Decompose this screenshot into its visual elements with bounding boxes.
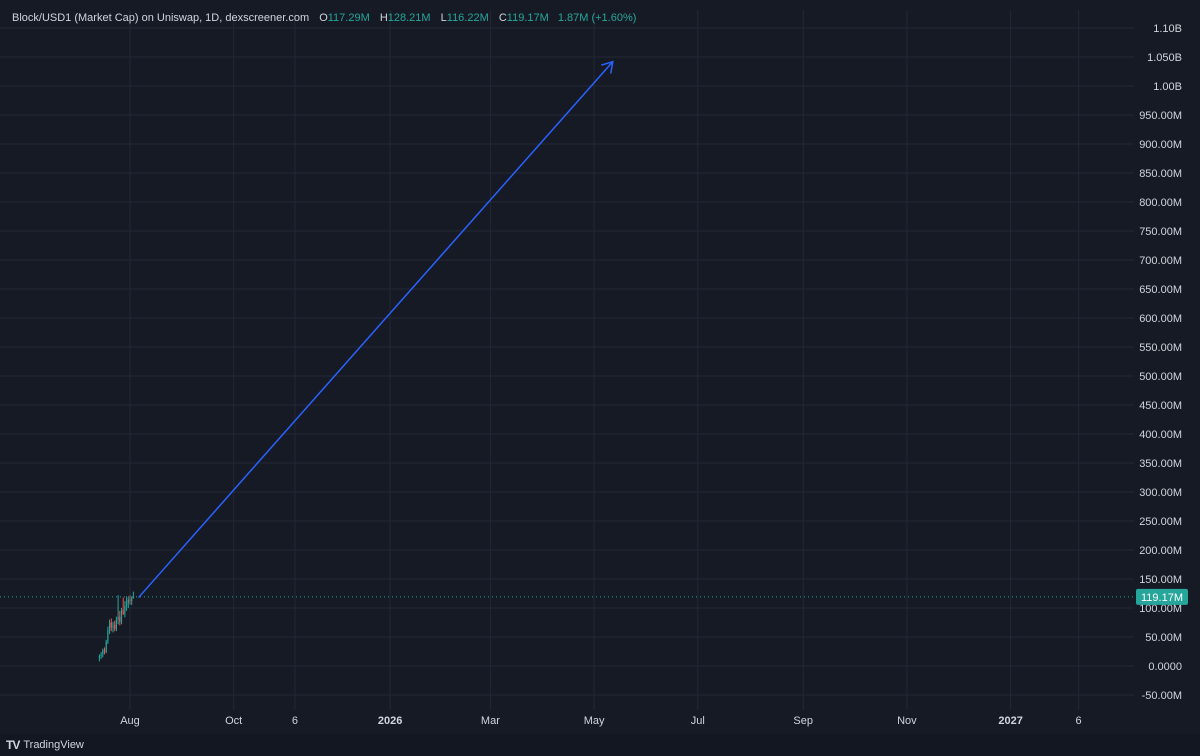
grid-layer [0,10,1134,710]
candle-body [115,619,117,629]
y-tick-label: 700.00M [1139,255,1182,267]
candle-body [124,605,126,614]
candle-body [131,598,133,602]
legend-open-value: 117.29M [327,12,370,24]
y-tick-label: 150.00M [1139,574,1182,586]
legend-high-value: 128.21M [387,12,431,24]
x-axis[interactable]: Aug Oct 6 2026 Mar May Jul Sep Nov 2027 6 [120,715,1081,727]
candle-body [107,630,109,642]
y-tick-label: 50.00M [1145,632,1182,644]
y-tick-label: 200.00M [1139,545,1182,557]
annotation-layer [137,60,614,599]
y-tick-label: 350.00M [1139,458,1182,470]
y-tick-label: 500.00M [1139,371,1182,383]
candle-body [98,656,100,658]
y-tick-label: 0.0000 [1148,661,1182,673]
y-tick-label: 250.00M [1139,516,1182,528]
candle-body [129,599,131,602]
tradingview-logo[interactable]: TV TradingView [6,738,84,752]
x-tick-label: May [584,715,605,727]
candle-body [112,624,114,628]
y-tick-label: -50.00M [1142,690,1182,702]
chart-root[interactable]: 1.10B 1.050B 1.00B 950.00M 900.00M 850.00M 800… [0,0,1200,756]
y-tick-label: 550.00M [1139,342,1182,354]
candle-body [110,622,112,628]
candle-body [126,603,128,606]
y-tick-label: 900.00M [1139,139,1182,151]
tradingview-brand: TradingView [23,739,84,751]
forecast-arrow-line [137,61,614,599]
y-tick-label: 1.10B [1153,23,1182,35]
x-tick-label: 6 [1076,715,1082,727]
candle-body [117,616,119,620]
tradingview-logo-icon: TV [6,738,20,752]
y-tick-label: 450.00M [1139,400,1182,412]
x-tick-label: 2026 [378,715,402,727]
footer-bar [0,734,1200,756]
y-tick-label: 300.00M [1139,487,1182,499]
legend-change: 1.87M (+1.60%) [557,12,637,24]
legend-open-key: O [319,12,328,24]
legend-low-value: 116.22M [446,12,489,24]
chart-canvas[interactable]: 1.10B 1.050B 1.00B 950.00M 900.00M 850.00M 800… [0,0,1200,734]
candle-body [100,654,102,657]
candle-layer [98,591,134,662]
legend-title: Block/USD1 (Market Cap) on Uniswap, 1D, … [12,12,310,24]
y-tick-label: 800.00M [1139,197,1182,209]
legend-close-value: 119.17M [506,12,549,24]
x-tick-label: 6 [292,715,298,727]
x-tick-label: Sep [793,715,813,727]
y-tick-label: 950.00M [1139,110,1182,122]
candle-body [114,624,116,629]
candle-body [103,650,106,653]
candle-body [122,610,124,614]
legend-high-key: H [379,12,388,24]
x-tick-label: Jul [691,715,705,727]
candle-body [105,641,107,653]
x-tick-label: Mar [481,715,500,727]
candle-body [119,616,121,622]
y-tick-label: 850.00M [1139,168,1182,180]
candle-body [120,610,123,622]
x-tick-label: Aug [120,715,140,727]
y-tick-label: 1.050B [1147,52,1182,64]
y-tick-label: 1.00B [1153,81,1182,93]
legend-close-key: C [498,12,507,24]
x-tick-label: 2027 [998,715,1022,727]
chart-legend: Block/USD1 (Market Cap) on Uniswap, 1D, … [12,12,636,24]
x-tick-label: Oct [225,715,242,727]
y-tick-label: 750.00M [1139,226,1182,238]
y-axis[interactable]: 1.10B 1.050B 1.00B 950.00M 900.00M 850.00M 800… [1136,23,1188,702]
candle-body [127,599,129,604]
y-tick-label: 600.00M [1139,313,1182,325]
y-tick-label: 400.00M [1139,429,1182,441]
candle-body [132,596,134,598]
x-tick-label: Nov [897,715,917,727]
candle-body [109,622,111,631]
y-tick-label: 650.00M [1139,284,1182,296]
candle-body [102,650,104,655]
last-price-label: 119.17M [1141,592,1183,604]
